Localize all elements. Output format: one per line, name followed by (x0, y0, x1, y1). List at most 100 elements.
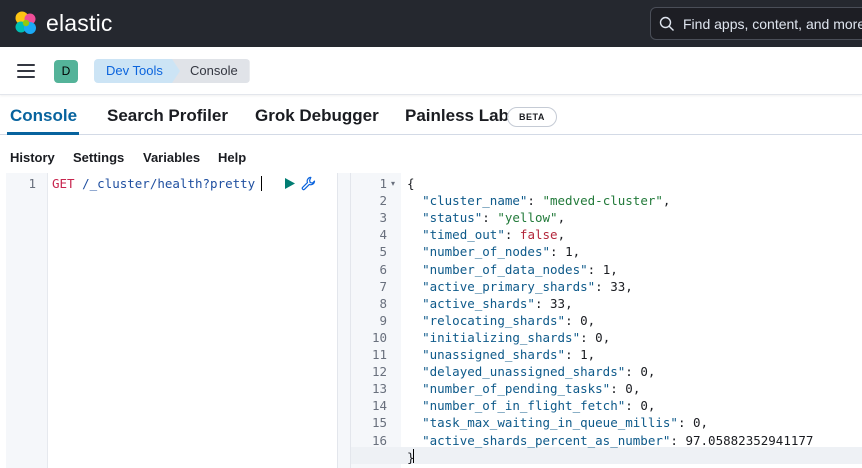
json-value: false (519, 227, 558, 243)
request-line[interactable]: GET /_cluster/health?pretty (52, 175, 255, 192)
global-search-field[interactable]: Find apps, content, and more (650, 7, 862, 40)
json-key: "relocating_shards" (422, 312, 566, 328)
json-key: "number_of_nodes" (422, 244, 550, 260)
json-value: 0 (595, 329, 603, 345)
response-line: "number_of_nodes": 1, (422, 244, 581, 260)
request-path: /_cluster/health?pretty (74, 176, 256, 191)
response-line: { (407, 175, 415, 192)
json-key: "number_of_pending_tasks" (422, 381, 611, 397)
request-line-number: 1 (28, 176, 36, 191)
response-line-number: 11 (371, 347, 387, 362)
json-key: "cluster_name" (422, 193, 528, 209)
breadcrumb-console: Console (172, 59, 250, 83)
breadcrumb-dev-tools[interactable]: Dev Tools (94, 59, 183, 83)
menu-variables[interactable]: Variables (143, 150, 200, 165)
response-line: "number_of_in_flight_fetch": 0, (422, 398, 656, 414)
response-line: "initializing_shards": 0, (422, 329, 611, 345)
response-line: "unassigned_shards": 1, (422, 347, 596, 362)
editor-resize-handle[interactable] (337, 173, 351, 468)
json-key: "status" (422, 210, 483, 226)
response-line: "active_shards_percent_as_number": 97.05… (422, 432, 814, 448)
json-value: 1 (580, 347, 588, 362)
json-value: "medved-cluster" (542, 193, 663, 209)
response-caret (413, 449, 414, 463)
response-line: "timed_out": false, (422, 227, 566, 243)
json-key: "timed_out" (422, 227, 505, 243)
response-gutter: 1▾234567891011121314151617▴ (351, 173, 401, 468)
search-placeholder: Find apps, content, and more (683, 16, 862, 32)
response-line-number: 14 (371, 398, 387, 414)
json-key: "number_of_in_flight_fetch" (422, 398, 626, 414)
response-line-number: 7 (379, 278, 387, 294)
json-key: "delayed_unassigned_shards" (422, 364, 626, 380)
json-key: "number_of_data_nodes" (422, 261, 588, 277)
response-line: "task_max_waiting_in_queue_millis": 0, (422, 415, 709, 431)
menu-settings[interactable]: Settings (73, 150, 124, 165)
json-value: 0 (625, 381, 633, 397)
request-editor[interactable]: 1 GET /_cluster/health?pretty (6, 173, 337, 468)
response-line: "relocating_shards": 0, (422, 312, 596, 328)
hamburger-menu-icon[interactable] (17, 64, 35, 78)
elastic-logo-icon[interactable] (13, 10, 39, 36)
response-line: "number_of_data_nodes": 1, (422, 261, 618, 277)
response-line: "delayed_unassigned_shards": 0, (422, 364, 656, 380)
response-line-number: 4 (379, 227, 387, 243)
response-line-number: 3 (379, 210, 387, 226)
json-value: 0 (640, 364, 648, 380)
response-line-number: 13 (371, 381, 387, 397)
tab-grok-debugger[interactable]: Grok Debugger (255, 106, 379, 126)
response-line-number: 6 (379, 261, 387, 277)
json-key: "active_shards_percent_as_number" (422, 432, 671, 448)
active-tab-indicator (7, 132, 79, 135)
json-brace: { (407, 176, 415, 191)
tab-console[interactable]: Console (10, 106, 77, 126)
breadcrumb-bar: D Dev Tools Console (0, 47, 862, 95)
tab-search-profiler[interactable]: Search Profiler (107, 106, 228, 126)
response-line-number: 1 (379, 176, 387, 191)
request-gutter (6, 173, 48, 468)
json-key: "unassigned_shards" (422, 347, 566, 362)
json-key: "active_shards" (422, 295, 535, 311)
search-icon (659, 16, 674, 31)
request-method: GET (52, 176, 75, 191)
json-value: 0 (693, 415, 701, 431)
json-key: "task_max_waiting_in_queue_millis" (422, 415, 678, 431)
response-line-number: 5 (379, 244, 387, 260)
json-value: 97.05882352941177 (685, 432, 814, 448)
response-line: "number_of_pending_tasks": 0, (422, 381, 641, 397)
response-line-number: 2 (379, 193, 387, 209)
response-line: "active_primary_shards": 33, (422, 278, 633, 294)
response-line-number: 9 (379, 312, 387, 328)
json-key: "initializing_shards" (422, 329, 581, 345)
response-line: "active_shards": 33, (422, 295, 573, 311)
response-line-number: 12 (371, 364, 387, 380)
menu-history[interactable]: History (10, 150, 55, 165)
beta-badge: BETA (507, 107, 557, 127)
response-line-number: 15 (371, 415, 387, 431)
response-line: "cluster_name": "medved-cluster", (422, 193, 671, 209)
response-line-number: 16 (371, 432, 387, 448)
menu-help[interactable]: Help (218, 150, 246, 165)
dev-tools-tabs: Console Search Profiler Grok Debugger Pa… (0, 96, 862, 135)
response-output[interactable]: 1▾234567891011121314151617▴ { "cluster_n… (351, 173, 862, 468)
json-value: 33 (610, 278, 626, 294)
json-value: 33 (550, 295, 566, 311)
active-line-highlight (351, 447, 862, 464)
send-request-play-icon[interactable] (285, 178, 295, 189)
logo-text[interactable]: elastic (46, 10, 113, 37)
tab-painless-lab[interactable]: Painless Lab (405, 106, 509, 126)
json-value: 0 (580, 312, 588, 328)
response-line: "status": "yellow", (422, 210, 566, 226)
response-line-number: 10 (371, 329, 387, 345)
top-header: elastic Find apps, content, and more (0, 0, 862, 47)
json-value: 1 (565, 244, 573, 260)
json-value: 0 (640, 398, 648, 414)
json-value: 1 (602, 261, 611, 277)
wrench-icon[interactable] (301, 176, 316, 191)
fold-toggle-icon[interactable]: ▾ (391, 179, 395, 188)
text-caret (261, 176, 262, 191)
response-line-number: 8 (379, 295, 387, 311)
json-value: "yellow" (497, 210, 558, 226)
json-key: "active_primary_shards" (422, 278, 596, 294)
space-avatar[interactable]: D (54, 60, 78, 83)
